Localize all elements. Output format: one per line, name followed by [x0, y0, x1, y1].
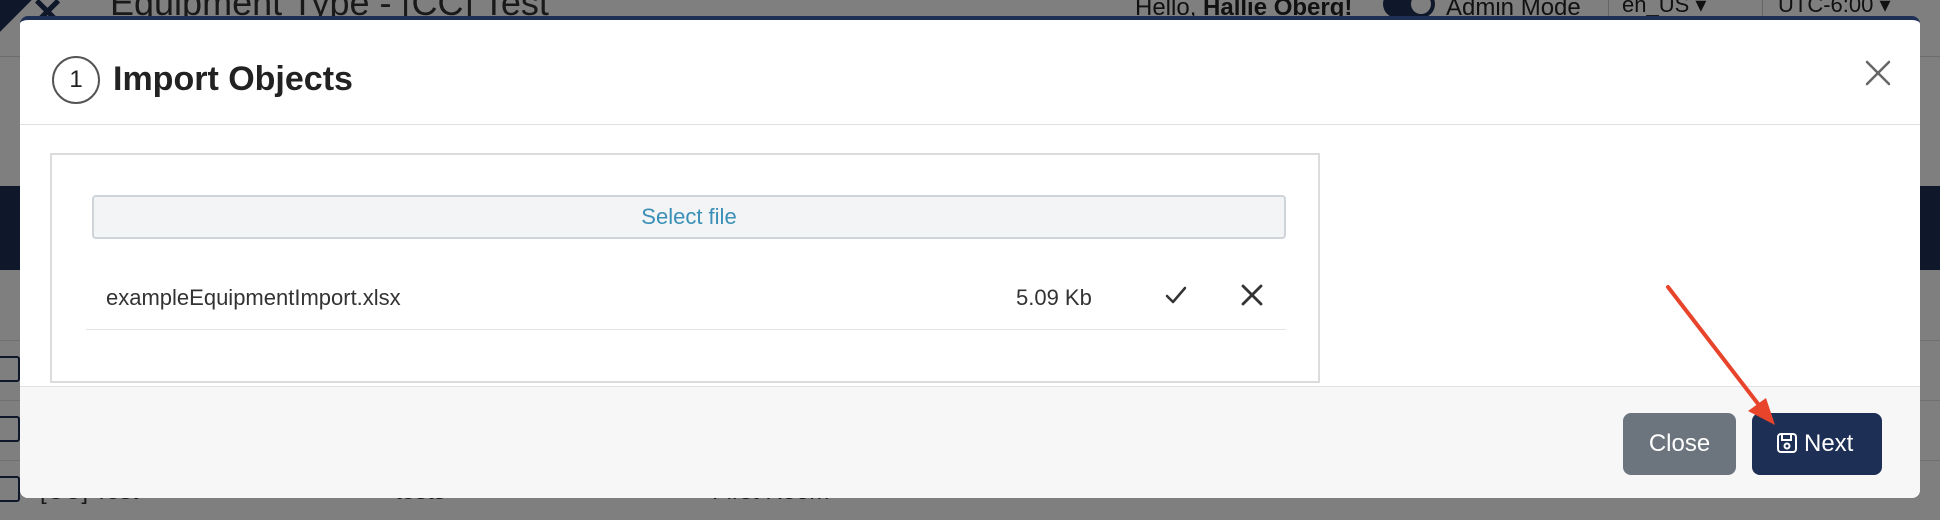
import-objects-modal: 1 Import Objects Select file exampleEqui… [20, 16, 1920, 498]
modal-footer: Close Next [20, 386, 1920, 498]
close-icon[interactable] [1861, 56, 1895, 90]
save-icon [1777, 433, 1797, 453]
file-list-item: exampleEquipmentImport.xlsx 5.09 Kb [86, 265, 1286, 330]
select-file-button[interactable]: Select file [92, 195, 1286, 239]
file-name: exampleEquipmentImport.xlsx [106, 285, 401, 310]
checkmark-icon [1165, 286, 1187, 304]
file-upload-panel: Select file exampleEquipmentImport.xlsx … [50, 153, 1320, 383]
close-button[interactable]: Close [1623, 413, 1736, 475]
file-size: 5.09 Kb [1016, 285, 1092, 310]
next-button[interactable]: Next [1752, 413, 1882, 475]
next-button-label: Next [1804, 430, 1854, 457]
modal-body: Select file exampleEquipmentImport.xlsx … [20, 125, 1920, 389]
remove-file-icon[interactable] [1238, 281, 1266, 309]
modal-title: Import Objects [113, 60, 353, 98]
modal-header: 1 Import Objects [20, 20, 1920, 125]
step-number-badge: 1 [52, 56, 100, 104]
